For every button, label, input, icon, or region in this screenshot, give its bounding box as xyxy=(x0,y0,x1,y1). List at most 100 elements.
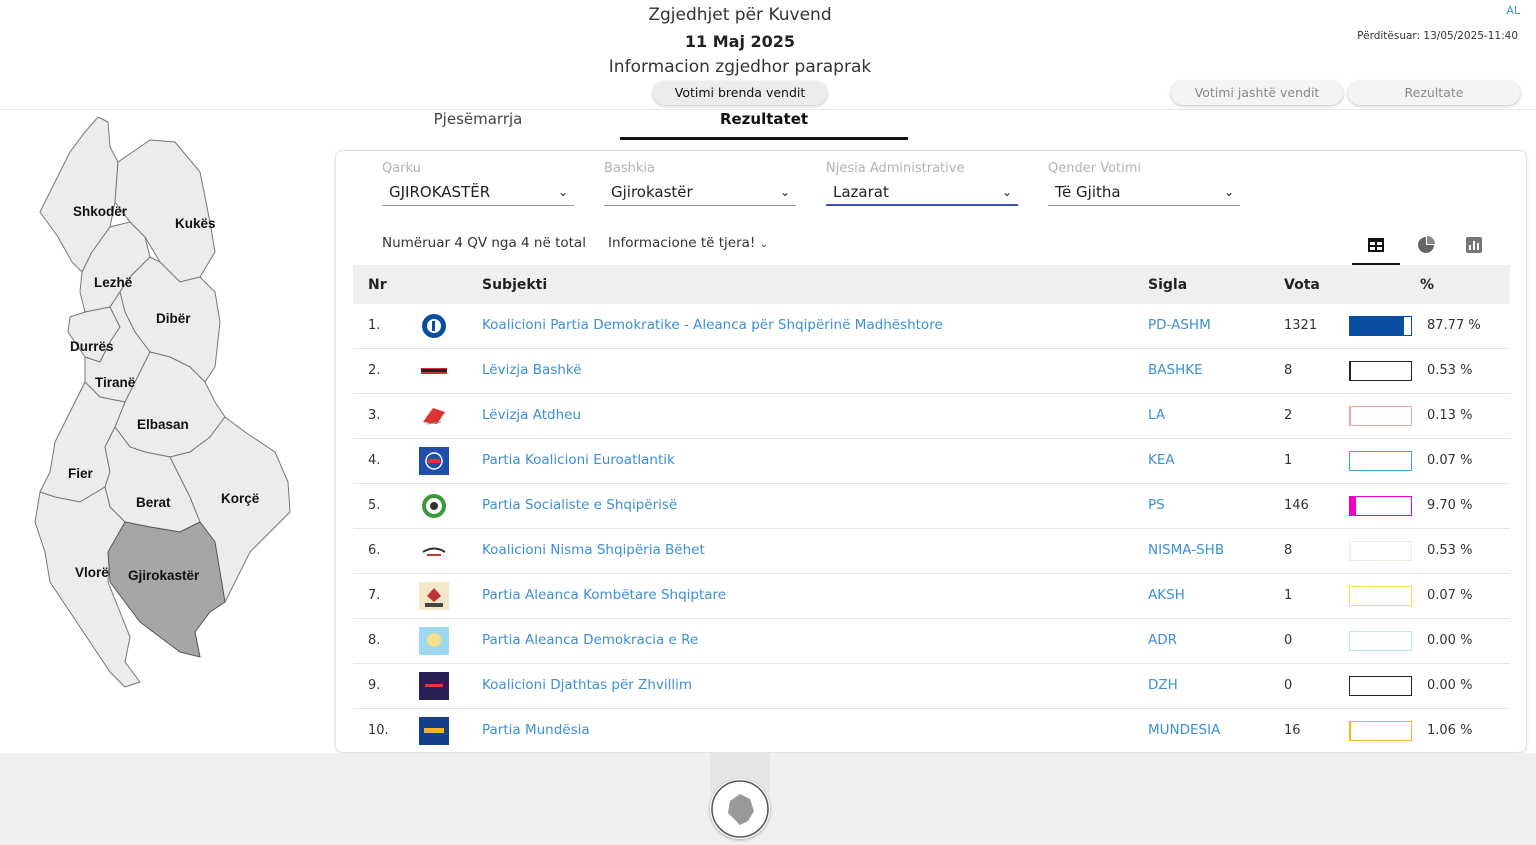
albania-emblem-icon[interactable] xyxy=(710,779,770,839)
voting-inside-button[interactable]: Votimi brenda vendit xyxy=(653,81,827,105)
results-button[interactable]: Rezultate xyxy=(1348,81,1520,105)
party-acronym-link[interactable]: KEA xyxy=(1148,452,1175,468)
party-name-link[interactable]: Lëvizja Atdheu xyxy=(482,407,581,423)
table-row[interactable]: 8. Partia Aleanca Demokracia e Re ADR 0 0.00… xyxy=(353,619,1510,664)
table-row[interactable]: 10. Partia Mundësia MUNDESIA 16 1.06 % xyxy=(353,709,1510,752)
col-subject[interactable]: Subjekti xyxy=(482,277,547,293)
adr-logo xyxy=(419,627,449,655)
bashkia-value: Gjirokastër xyxy=(611,183,693,201)
party-acronym-link[interactable]: BASHKE xyxy=(1148,362,1203,378)
table-body: 1. Koalicioni Partia Demokratike - Aleanc… xyxy=(353,304,1510,752)
vote-percentage: 0.00 % xyxy=(1427,678,1473,693)
map-label-vlore: Vlorë xyxy=(75,565,109,580)
col-sigla[interactable]: Sigla xyxy=(1148,277,1187,293)
share-bar-fill xyxy=(1350,497,1356,515)
table-icon xyxy=(1368,237,1384,252)
vote-percentage: 0.07 % xyxy=(1427,453,1473,468)
table-header: Nr Subjekti Sigla Vota % xyxy=(353,265,1510,304)
party-acronym-link[interactable]: MUNDESIA xyxy=(1148,722,1220,738)
more-info-toggle[interactable]: Informacione të tjera! ⌄ xyxy=(608,235,768,251)
ps-logo xyxy=(419,492,449,520)
row-number: 1. xyxy=(368,318,381,333)
dzh-logo xyxy=(419,672,449,700)
vote-percentage: 1.06 % xyxy=(1427,723,1473,738)
table-row[interactable]: 7. Partia Aleanca Kombëtare Shqiptare AKSH… xyxy=(353,574,1510,619)
party-name-link[interactable]: Partia Aleanca Demokracia e Re xyxy=(482,632,698,648)
share-bar xyxy=(1349,676,1412,696)
page-subtitle: Informacion zgjedhor paraprak xyxy=(608,57,872,77)
tab-participation[interactable]: Pjesëmarrja xyxy=(400,110,556,128)
party-name-link[interactable]: Lëvizja Bashkë xyxy=(482,362,582,378)
map-label-tirane: Tiranë xyxy=(95,375,136,390)
vote-percentage: 0.00 % xyxy=(1427,633,1473,648)
party-acronym-link[interactable]: ADR xyxy=(1148,632,1177,648)
vote-count: 16 xyxy=(1284,723,1301,738)
party-name-link[interactable]: Koalicioni Djathtas për Zhvillim xyxy=(482,677,692,693)
table-row[interactable]: 9. Koalicioni Djathtas për Zhvillim DZH 0 0.… xyxy=(353,664,1510,709)
qender-select[interactable]: Të Gjitha ⌄ xyxy=(1048,180,1240,206)
language-link[interactable]: AL xyxy=(1506,4,1520,17)
active-tab-indicator xyxy=(620,137,908,140)
albania-map: Shkodër Kukës Lezhë Dibër Durrës Tiranë … xyxy=(34,116,291,688)
row-number: 4. xyxy=(368,453,381,468)
vote-percentage: 0.53 % xyxy=(1427,543,1473,558)
party-acronym-link[interactable]: NISMA-SHB xyxy=(1148,542,1224,558)
vote-percentage: 0.13 % xyxy=(1427,408,1473,423)
qarku-value: GJIROKASTËR xyxy=(389,183,491,201)
view-switcher xyxy=(1352,227,1502,265)
vote-count: 8 xyxy=(1284,543,1293,558)
party-name-link[interactable]: Koalicioni Partia Demokratike - Aleanca … xyxy=(482,317,943,333)
table-view-button[interactable] xyxy=(1352,227,1400,265)
party-acronym-link[interactable]: PS xyxy=(1148,497,1165,513)
filter-njesia[interactable]: Njesia Administrative Lazarat ⌄ xyxy=(826,161,1018,206)
party-name-link[interactable]: Partia Mundësia xyxy=(482,722,590,738)
qender-value: Të Gjitha xyxy=(1055,183,1121,201)
filter-qender-label: Qender Votimi xyxy=(1048,161,1142,176)
table-row[interactable]: 2. Lëvizja Bashkë BASHKE 8 0.53 % xyxy=(353,349,1510,394)
mundesia-logo xyxy=(419,717,449,745)
share-bar-fill xyxy=(1350,722,1351,740)
vote-count: 1 xyxy=(1284,453,1293,468)
table-row[interactable]: 6. Koalicioni Nisma Shqipëria Bëhet NISMA-… xyxy=(353,529,1510,574)
table-row[interactable]: 5. Partia Socialiste e Shqipërisë PS 146 9.7… xyxy=(353,484,1510,529)
table-row[interactable]: 3. Lëvizja Atdheu LA 2 0.13 % xyxy=(353,394,1510,439)
filter-qender[interactable]: Qender Votimi Të Gjitha ⌄ xyxy=(1048,161,1240,206)
filter-qarku[interactable]: Qarku GJIROKASTËR ⌄ xyxy=(382,161,574,206)
election-date: 11 Maj 2025 xyxy=(684,32,796,51)
party-acronym-link[interactable]: PD-ASHM xyxy=(1148,317,1211,333)
pie-view-button[interactable] xyxy=(1402,227,1450,265)
party-name-link[interactable]: Koalicioni Nisma Shqipëria Bëhet xyxy=(482,542,705,558)
bar-view-button[interactable] xyxy=(1450,227,1498,265)
party-acronym-link[interactable]: LA xyxy=(1148,407,1165,423)
qarku-select[interactable]: GJIROKASTËR ⌄ xyxy=(382,180,574,206)
party-name-link[interactable]: Partia Aleanca Kombëtare Shqiptare xyxy=(482,587,726,603)
bashkia-select[interactable]: Gjirokastër ⌄ xyxy=(604,180,796,206)
pd-logo xyxy=(419,312,449,340)
share-bar xyxy=(1349,361,1412,381)
tab-results[interactable]: Rezultatet xyxy=(620,110,908,128)
footer xyxy=(0,753,1536,845)
map-label-berat: Berat xyxy=(136,495,171,510)
col-nr[interactable]: Nr xyxy=(368,277,387,293)
row-number: 10. xyxy=(368,723,389,738)
party-name-link[interactable]: Partia Socialiste e Shqipërisë xyxy=(482,497,677,513)
row-number: 5. xyxy=(368,498,381,513)
filter-bashkia[interactable]: Bashkia Gjirokastër ⌄ xyxy=(604,161,796,206)
vote-count: 8 xyxy=(1284,363,1293,378)
party-name-link[interactable]: Partia Koalicioni Euroatlantik xyxy=(482,452,675,468)
col-votes[interactable]: Vota xyxy=(1284,277,1320,293)
njesia-select[interactable]: Lazarat ⌄ xyxy=(826,180,1018,206)
party-acronym-link[interactable]: AKSH xyxy=(1148,587,1185,603)
vote-count: 1321 xyxy=(1284,318,1318,333)
kea-logo xyxy=(419,447,449,475)
filter-njesia-label: Njesia Administrative xyxy=(826,161,965,176)
party-acronym-link[interactable]: DZH xyxy=(1148,677,1178,693)
voting-outside-button[interactable]: Votimi jashtë vendit xyxy=(1171,81,1343,105)
nisma-logo xyxy=(419,537,449,565)
table-row[interactable]: 4. Partia Koalicioni Euroatlantik KEA 1 0.07… xyxy=(353,439,1510,484)
share-bar xyxy=(1349,316,1412,336)
vote-percentage: 87.77 % xyxy=(1427,318,1481,333)
col-pct[interactable]: % xyxy=(1420,277,1434,293)
table-row[interactable]: 1. Koalicioni Partia Demokratike - Aleanc… xyxy=(353,304,1510,349)
share-bar xyxy=(1349,496,1412,516)
